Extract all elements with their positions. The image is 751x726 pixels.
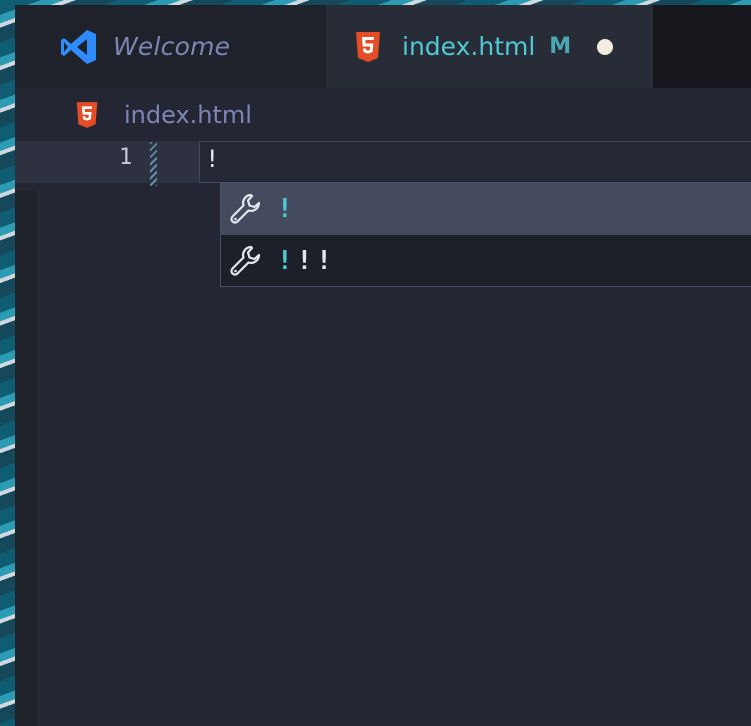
wrench-icon	[230, 193, 261, 224]
tab-bar-empty-area	[653, 5, 751, 88]
suggestion-label: !	[277, 194, 297, 224]
git-modified-badge: M	[549, 34, 572, 59]
line-number: 1	[119, 145, 133, 170]
tab-index-html[interactable]: index.html M	[326, 5, 653, 88]
suggestion-item[interactable]: !!!	[221, 235, 751, 287]
vscode-icon	[61, 29, 96, 64]
html5-icon	[356, 31, 380, 62]
suggestion-widget: ! !!!	[220, 182, 751, 287]
tab-welcome[interactable]: Welcome	[15, 5, 326, 88]
suggestion-item[interactable]: !	[221, 183, 751, 235]
breadcrumb-file[interactable]: index.html	[124, 101, 252, 129]
unsaved-dot-icon[interactable]	[597, 38, 614, 55]
editor-gutter-edge	[15, 191, 37, 726]
editor-text-area[interactable]	[199, 141, 751, 183]
tab-label: index.html	[402, 32, 536, 61]
suggestion-label: !!!	[277, 246, 336, 276]
modified-line-indicator	[150, 142, 157, 186]
tab-label: Welcome	[113, 32, 231, 61]
wrench-icon	[230, 245, 261, 276]
breadcrumb[interactable]: index.html	[75, 98, 252, 132]
editor-window: Welcome index.html M index.html 1 ! ! !!…	[15, 5, 751, 726]
html5-icon	[76, 102, 98, 128]
code-line[interactable]: !	[205, 145, 219, 173]
tab-bar: Welcome index.html M	[15, 5, 751, 88]
